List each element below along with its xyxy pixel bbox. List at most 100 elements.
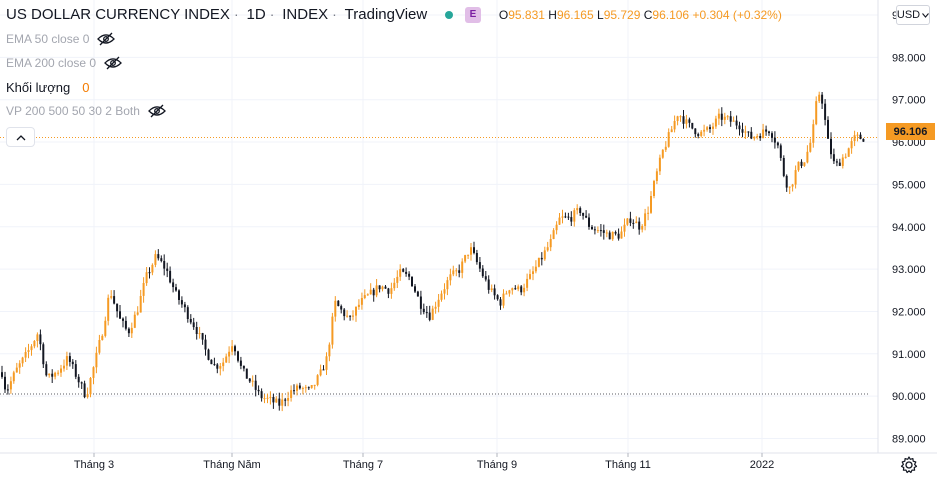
- candle-body: [219, 366, 222, 369]
- price-chart[interactable]: 89.000 90.000 91.000 92.000 93.000 94.000 95.0…: [0, 0, 937, 479]
- candle-body: [334, 300, 337, 317]
- candle-body: [629, 218, 632, 223]
- candle-body: [776, 142, 779, 146]
- candle-body: [287, 398, 290, 401]
- time-tick-label: Tháng 11: [605, 459, 651, 471]
- candle-body: [529, 274, 531, 279]
- candle-body: [154, 254, 157, 265]
- candle-body: [653, 181, 655, 196]
- candle-body: [186, 307, 189, 319]
- candle-body: [130, 327, 133, 334]
- candle-body: [830, 138, 832, 155]
- candle-body: [582, 213, 585, 216]
- candle-body: [576, 208, 579, 211]
- candle-body: [414, 286, 416, 292]
- eye-off-icon[interactable]: [104, 56, 122, 70]
- candle-body: [638, 221, 641, 230]
- symbol-name[interactable]: US DOLLAR CURRENCY INDEX: [6, 6, 230, 23]
- candle-body: [588, 217, 590, 227]
- eye-off-icon[interactable]: [97, 32, 116, 46]
- candle-body: [620, 231, 623, 239]
- candle-body: [543, 250, 546, 260]
- candle-body: [765, 129, 768, 132]
- candle-body: [180, 300, 183, 305]
- candle-body: [570, 217, 573, 222]
- candle-body: [791, 184, 794, 187]
- candle-body: [45, 364, 48, 376]
- candle-body: [222, 362, 225, 367]
- candle-body: [835, 161, 838, 163]
- candle-body: [523, 287, 526, 293]
- chart-settings-button[interactable]: [899, 455, 919, 475]
- indicator-ema-200[interactable]: EMA 200 close 0: [6, 56, 122, 70]
- candle-body: [172, 282, 175, 288]
- candle-body: [101, 335, 104, 340]
- candle-body: [157, 254, 160, 259]
- time-axis[interactable]: Tháng 3 Tháng Năm Tháng 7 Tháng 9 Tháng 11 20…: [74, 453, 774, 471]
- candle-body: [750, 131, 753, 139]
- candle-body: [446, 280, 449, 290]
- candle-body: [9, 381, 12, 390]
- candle-body: [113, 296, 116, 304]
- indicator-volume-profile[interactable]: VP 200 500 50 30 2 Both: [6, 104, 166, 118]
- ohlc-values: O95.831 H96.165 L95.729 C96.106 +0.304 (…: [498, 8, 782, 22]
- candle-body: [505, 293, 508, 295]
- candle-body: [210, 359, 213, 365]
- candle-body: [847, 148, 850, 157]
- candle-body: [688, 119, 691, 123]
- interval-label: 1D: [246, 6, 266, 23]
- currency-selector[interactable]: USD: [896, 5, 930, 25]
- candle-body: [478, 262, 481, 269]
- price-tick-label: 89.000: [892, 434, 926, 446]
- candle-body: [502, 293, 505, 306]
- candle-body: [254, 380, 257, 390]
- candle-body: [92, 367, 95, 378]
- candle-body: [549, 239, 552, 248]
- price-tick-label: 91.000: [892, 349, 926, 361]
- candle-body: [290, 390, 293, 398]
- candle-body: [408, 273, 411, 277]
- candle-body: [390, 288, 393, 294]
- candle-body: [127, 328, 130, 334]
- candle-body: [1, 372, 3, 377]
- market-status-icon[interactable]: [445, 11, 454, 20]
- candle-body: [667, 132, 670, 147]
- candle-body: [27, 350, 30, 352]
- low-value: 95.729: [603, 8, 641, 22]
- candle-body: [661, 149, 664, 158]
- events-badge[interactable]: E: [465, 7, 481, 24]
- candle-body: [735, 120, 738, 126]
- price-tick-label: 92.000: [892, 306, 926, 318]
- candle-body: [694, 128, 697, 135]
- candle-body: [83, 383, 86, 398]
- candle-body: [579, 208, 582, 213]
- candle-body: [449, 274, 452, 281]
- indicator-volume[interactable]: Khối lượng 0: [6, 80, 89, 95]
- candle-body: [850, 141, 853, 149]
- price-axis[interactable]: 89.000 90.000 91.000 92.000 93.000 94.000 95.0…: [892, 10, 926, 446]
- candle-body: [824, 103, 827, 120]
- candle-body: [434, 306, 437, 309]
- candle-body: [122, 318, 124, 321]
- candle-body: [723, 116, 726, 120]
- candle-body: [228, 351, 231, 357]
- candle-body: [33, 341, 36, 347]
- candle-body: [679, 116, 682, 118]
- candle-body: [231, 346, 234, 352]
- indicator-ema-50[interactable]: EMA 50 close 0: [6, 32, 116, 46]
- candle-body: [360, 298, 363, 305]
- collapse-legend-button[interactable]: [6, 127, 35, 147]
- candle-body: [160, 258, 163, 261]
- candle-body: [281, 399, 284, 406]
- candle-body: [36, 334, 39, 341]
- candle-body: [54, 372, 57, 377]
- candle-body: [71, 361, 74, 365]
- candle-body: [520, 286, 523, 293]
- candle-body: [564, 216, 567, 218]
- candle-body: [490, 288, 493, 290]
- candle-body: [481, 268, 484, 277]
- candle-body: [685, 119, 688, 124]
- candle-body: [461, 261, 464, 273]
- eye-off-icon[interactable]: [147, 104, 166, 118]
- candle-body: [416, 291, 419, 297]
